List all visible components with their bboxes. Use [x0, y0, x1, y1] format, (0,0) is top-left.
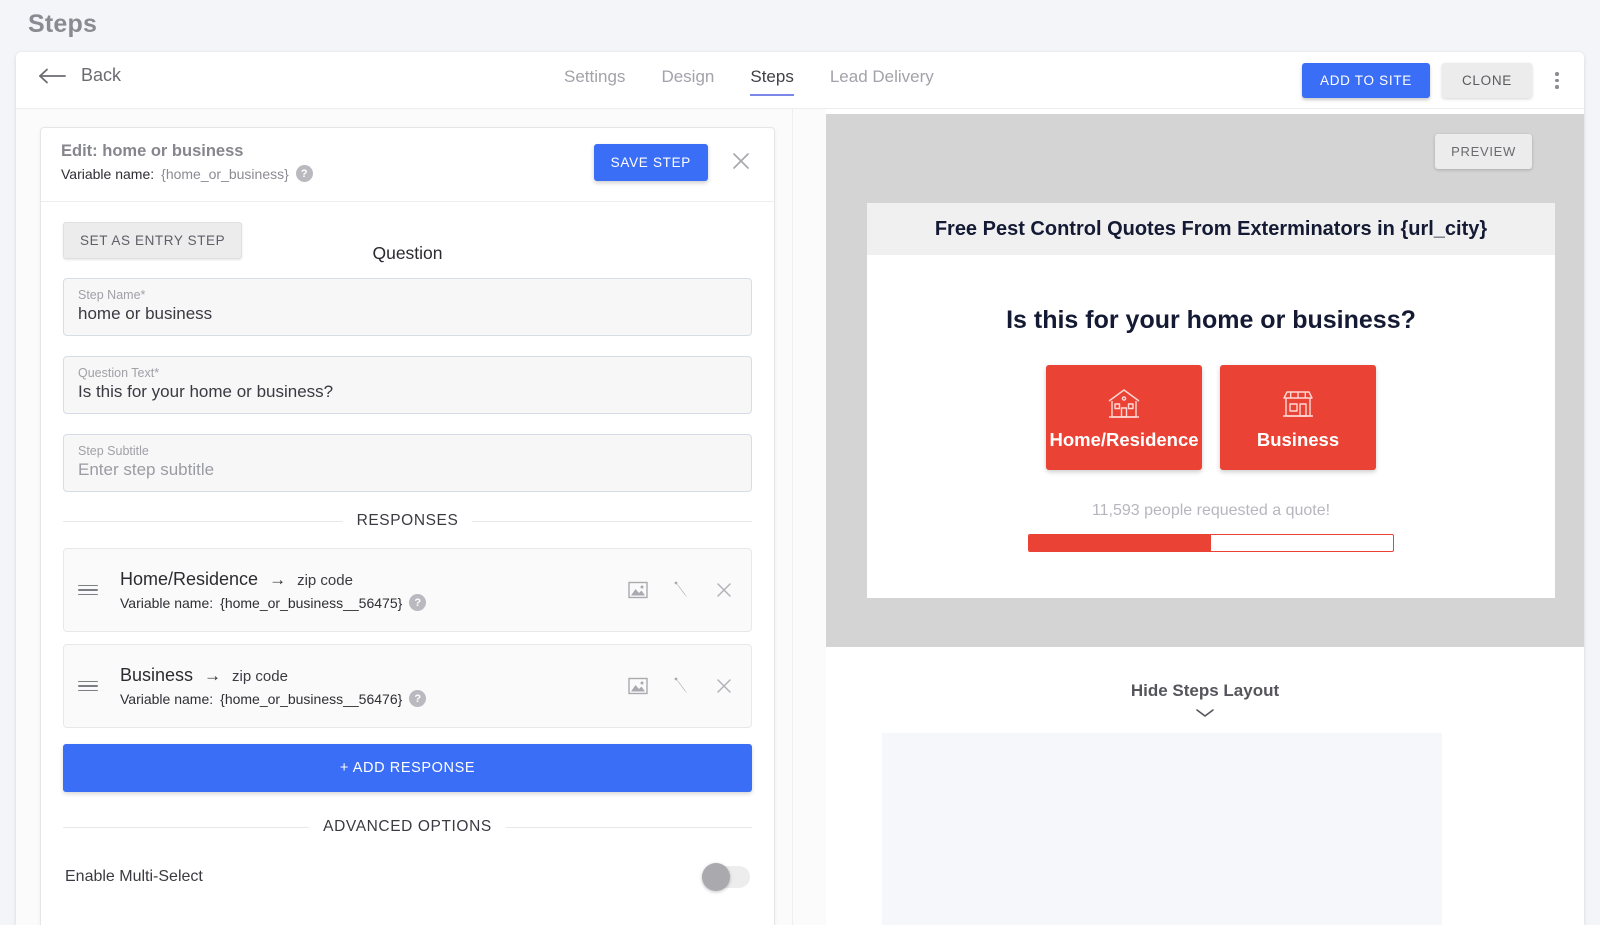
house-icon [1105, 385, 1143, 423]
top-bar: Back Settings Design Steps Lead Delivery… [16, 52, 1584, 109]
enable-multi-select-label: Enable Multi-Select [65, 868, 203, 885]
question-mark-icon[interactable]: ? [409, 594, 427, 611]
progress-bar-fill [1029, 535, 1211, 551]
step-subtitle-input[interactable]: Enter step subtitle [78, 460, 737, 480]
question-text-input[interactable]: Is this for your home or business? [78, 382, 737, 402]
save-step-button[interactable]: SAVE STEP [593, 144, 708, 181]
set-as-entry-step-button[interactable]: SET AS ENTRY STEP [63, 222, 243, 259]
back-label: Back [81, 65, 122, 85]
pencil-icon[interactable] [670, 675, 692, 697]
response-target: zip code [297, 572, 353, 589]
question-text-label: Question Text* [78, 366, 160, 380]
variable-name-value: {home_or_business} [161, 165, 289, 182]
question-mark-icon[interactable]: ? [409, 690, 427, 707]
table-row[interactable]: Home/Residence → zip code Variable name:… [63, 548, 752, 632]
response-actions [627, 675, 735, 697]
variable-name-prefix: Variable name: [61, 165, 155, 182]
app-window: Back Settings Design Steps Lead Delivery… [16, 52, 1584, 925]
step-subtitle-label: Step Subtitle [78, 444, 149, 458]
arrow-right-icon: → [269, 570, 287, 589]
editor-card: Edit: home or business Variable name: {h… [40, 127, 775, 925]
response-actions [627, 579, 735, 601]
toggle-knob [702, 863, 730, 891]
pane-divider [792, 109, 826, 925]
choice-home-residence[interactable]: Home/Residence [1046, 365, 1202, 470]
response-main: Business → zip code Variable name: {home… [120, 665, 627, 707]
choice-business[interactable]: Business [1220, 365, 1376, 470]
progress-bar [1028, 534, 1394, 552]
divider-line-right [472, 520, 752, 522]
variable-name-prefix: Variable name: [120, 690, 214, 707]
steps-layout-placeholder [882, 733, 1442, 925]
enable-multi-select-row: Enable Multi-Select [63, 836, 752, 891]
preview-stage: PREVIEW Free Pest Control Quotes From Ex… [826, 114, 1584, 647]
response-variable-name: Variable name: {home_or_business__56476}… [120, 690, 627, 707]
drag-handle-icon[interactable] [78, 584, 98, 596]
image-icon[interactable] [627, 675, 649, 697]
response-label: Business [120, 665, 194, 685]
response-target: zip code [232, 668, 288, 685]
response-label: Home/Residence [120, 569, 259, 589]
storefront-icon [1279, 385, 1317, 423]
hide-steps-layout-label: Hide Steps Layout [1130, 681, 1280, 700]
response-title: Home/Residence → zip code [120, 569, 627, 590]
enable-multi-select-toggle[interactable] [702, 863, 750, 891]
funnel-headline: Free Pest Control Quotes From Exterminat… [934, 217, 1488, 240]
chevron-down-icon [1194, 706, 1216, 724]
close-icon[interactable] [713, 675, 735, 697]
body-split: Edit: home or business Variable name: {h… [16, 109, 1584, 925]
table-row[interactable]: Business → zip code Variable name: {home… [63, 644, 752, 728]
question-text-field[interactable]: Question Text* Is this for your home or … [63, 356, 752, 414]
funnel-header: Free Pest Control Quotes From Exterminat… [867, 203, 1555, 255]
pencil-icon[interactable] [670, 579, 692, 601]
choice-label: Home/Residence [1049, 428, 1199, 450]
page-title: Steps [28, 10, 98, 38]
editor-header: Edit: home or business Variable name: {h… [41, 128, 774, 202]
responses-heading: RESPONSES [356, 512, 459, 529]
preview-pane: PREVIEW Free Pest Control Quotes From Ex… [826, 109, 1584, 925]
variable-name-value: {home_or_business__56476} [220, 690, 403, 707]
close-icon[interactable] [713, 579, 735, 601]
advanced-options-divider: ADVANCED OPTIONS [63, 818, 752, 836]
arrow-left-icon [38, 67, 68, 85]
tab-design[interactable]: Design [661, 67, 714, 94]
step-editor-pane: Edit: home or business Variable name: {h… [16, 109, 792, 925]
advanced-options-heading: ADVANCED OPTIONS [323, 818, 492, 835]
clone-button[interactable]: CLONE [1441, 63, 1532, 98]
nav-tabs: Settings Design Steps Lead Delivery [564, 67, 934, 96]
funnel-choices: Home/Residence Business [867, 365, 1555, 470]
editor-body: SET AS ENTRY STEP Question Step Name* ho… [41, 202, 774, 891]
funnel-card: Free Pest Control Quotes From Exterminat… [867, 203, 1555, 598]
responses-divider: RESPONSES [63, 512, 752, 530]
funnel-question: Is this for your home or business? [1006, 306, 1416, 334]
divider-line-left [63, 520, 343, 522]
question-mark-icon[interactable]: ? [295, 165, 313, 182]
choice-label: Business [1256, 428, 1340, 450]
social-proof-text: 11,593 people requested a quote! [1091, 502, 1331, 519]
add-response-button[interactable]: + ADD RESPONSE [63, 744, 752, 792]
divider-line-right [505, 826, 752, 828]
arrow-right-icon: → [204, 666, 222, 685]
more-vertical-icon[interactable] [1546, 66, 1568, 96]
add-to-site-button[interactable]: ADD TO SITE [1302, 63, 1430, 98]
step-subtitle-field[interactable]: Step Subtitle Enter step subtitle [63, 434, 752, 492]
preview-button[interactable]: PREVIEW [1435, 134, 1532, 169]
tab-settings[interactable]: Settings [564, 67, 625, 94]
step-name-label: Step Name* [78, 288, 146, 302]
drag-handle-icon[interactable] [78, 680, 98, 692]
divider-line-left [63, 826, 310, 828]
step-name-field[interactable]: Step Name* home or business [63, 278, 752, 336]
response-variable-name: Variable name: {home_or_business__56475}… [120, 594, 627, 611]
variable-name-value: {home_or_business__56475} [220, 594, 403, 611]
step-name-input[interactable]: home or business [78, 304, 737, 324]
top-bar-actions: ADD TO SITE CLONE [1302, 63, 1568, 98]
tab-steps[interactable]: Steps [750, 67, 794, 96]
response-main: Home/Residence → zip code Variable name:… [120, 569, 627, 611]
variable-name-prefix: Variable name: [120, 594, 214, 611]
back-button[interactable]: Back [38, 65, 121, 86]
tab-lead-delivery[interactable]: Lead Delivery [830, 67, 934, 94]
response-title: Business → zip code [120, 665, 627, 686]
image-icon[interactable] [627, 579, 649, 601]
hide-steps-layout-toggle[interactable]: Hide Steps Layout [826, 681, 1584, 724]
